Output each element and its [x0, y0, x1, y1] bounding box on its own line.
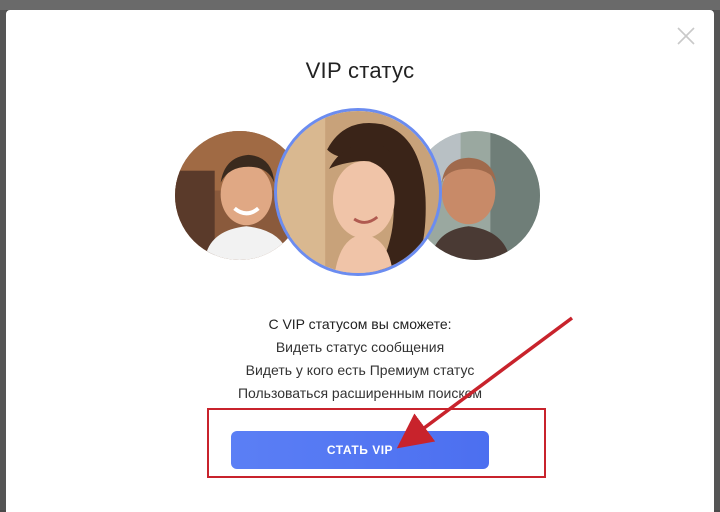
- feature-item: Пользоваться расширенным поиском: [237, 385, 483, 401]
- modal-title: VIP статус: [305, 58, 415, 83]
- background-edge-right: [714, 10, 720, 510]
- close-icon[interactable]: [674, 24, 698, 48]
- user-photo-icon: [277, 111, 439, 273]
- features-heading: С VIP статусом вы сможете:: [268, 316, 452, 332]
- feature-item: Видеть у кого есть Премиум статус: [245, 362, 475, 378]
- avatar-center: [274, 108, 442, 276]
- feature-item: Видеть статус сообщения: [275, 339, 445, 355]
- become-vip-button[interactable]: СТАТЬ VIP: [231, 431, 489, 469]
- vip-status-modal: VIP статус С VIP статусом вы сможете: Ви…: [6, 10, 714, 512]
